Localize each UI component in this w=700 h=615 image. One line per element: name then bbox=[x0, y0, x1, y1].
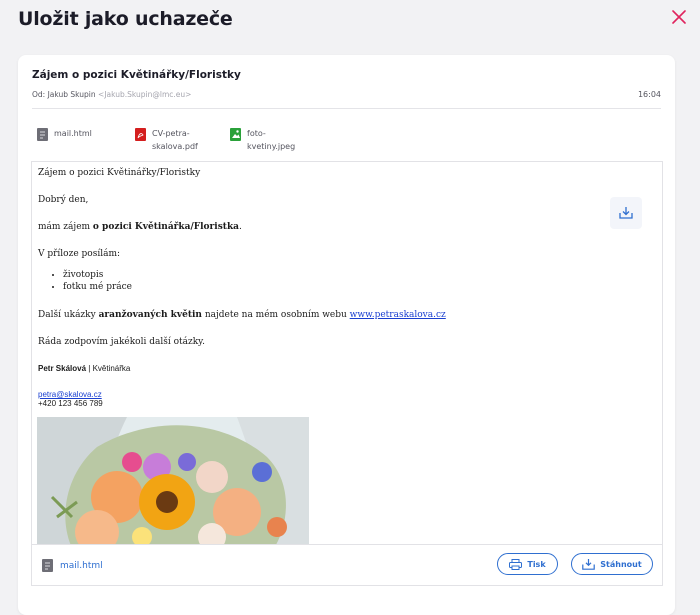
email-subject: Zájem o pozici Květinářky/Floristky bbox=[32, 69, 241, 81]
image-icon bbox=[230, 128, 241, 141]
attachment-name: CV-petra- bbox=[152, 129, 190, 138]
attachment-name-cont: skalova.pdf bbox=[152, 142, 198, 151]
body-attachments-intro: V příloze posílám: bbox=[38, 249, 121, 259]
attachment-name-cont: kvetiny.jpeg bbox=[247, 142, 296, 151]
signature-phone: +420 123 456 789 bbox=[38, 399, 103, 408]
printer-icon bbox=[509, 558, 523, 570]
download-icon bbox=[582, 558, 596, 570]
modal-title: Uložit jako uchazeče bbox=[18, 8, 233, 30]
print-label: Tisk bbox=[527, 559, 546, 569]
file-icon bbox=[42, 559, 53, 572]
interest-suffix: . bbox=[239, 222, 242, 232]
footer-file-link[interactable]: mail.html bbox=[42, 559, 103, 572]
portfolio-link[interactable]: www.petraskalova.cz bbox=[350, 310, 446, 320]
download-preview-button[interactable] bbox=[610, 197, 642, 229]
attachment-name: foto- bbox=[247, 129, 266, 138]
attachment-cv-pdf[interactable]: CV-petra- skalova.pdf bbox=[135, 127, 198, 153]
flower-bouquet-image bbox=[37, 417, 309, 545]
portfolio-prefix: Další ukázky bbox=[38, 310, 99, 320]
email-preview[interactable]: Zájem o pozici Květinářky/Floristky Dobr… bbox=[31, 161, 663, 545]
preview-footer: mail.html Tisk Stáhnout bbox=[31, 544, 663, 586]
signature-email[interactable]: petra@skalova.cz bbox=[38, 390, 102, 399]
print-button[interactable]: Tisk bbox=[497, 553, 558, 575]
email-body: Zájem o pozici Květinářky/Floristky Dobr… bbox=[32, 162, 662, 413]
body-portfolio: Další ukázky aranžovaných květin najdete… bbox=[38, 309, 656, 321]
file-icon bbox=[37, 128, 48, 141]
attachment-mail-html[interactable]: mail.html bbox=[37, 127, 92, 141]
from-email: <Jakub.Skupin@lmc.eu> bbox=[98, 90, 192, 99]
divider bbox=[32, 108, 661, 109]
list-item: fotku mé práce bbox=[63, 281, 656, 293]
attachment-photo-jpeg[interactable]: foto- kvetiny.jpeg bbox=[230, 127, 295, 153]
body-closing: Ráda zodpovím jakékoli další otázky. bbox=[38, 337, 205, 347]
footer-file-name: mail.html bbox=[60, 560, 103, 571]
close-icon[interactable] bbox=[672, 10, 686, 24]
email-time: 16:04 bbox=[637, 90, 661, 99]
email-from: Od: Jakub Skupin <Jakub.Skupin@lmc.eu> bbox=[32, 90, 191, 99]
interest-position: o pozici Květinářka/Floristka bbox=[92, 222, 240, 232]
signature-line: Petr Skálová | Květinářka bbox=[38, 363, 656, 375]
portfolio-bold: aranžovaných květin bbox=[98, 310, 202, 320]
download-icon bbox=[619, 207, 633, 219]
body-list: životopis fotku mé práce bbox=[38, 269, 656, 293]
attachment-name: mail.html bbox=[54, 129, 92, 138]
pdf-icon bbox=[135, 128, 146, 141]
from-name: Jakub Skupin bbox=[47, 90, 96, 99]
body-greeting: Dobrý den, bbox=[38, 195, 89, 205]
interest-prefix: mám zájem bbox=[38, 222, 93, 232]
signature: Petr Skálová | Květinářka petra@skalova.… bbox=[38, 363, 656, 408]
download-button[interactable]: Stáhnout bbox=[571, 553, 653, 575]
signature-name: Petr Skálová bbox=[38, 364, 87, 373]
email-card: Zájem o pozici Květinářky/Floristky Od: … bbox=[18, 55, 675, 615]
body-interest: mám zájem o pozici Květinářka/Floristka. bbox=[38, 221, 656, 233]
list-item: životopis bbox=[63, 269, 656, 281]
download-label: Stáhnout bbox=[600, 559, 642, 569]
body-heading: Zájem o pozici Květinářky/Floristky bbox=[38, 168, 201, 178]
portfolio-middle: najdete na mém osobním webu bbox=[201, 310, 350, 320]
from-label: Od: bbox=[32, 90, 46, 99]
signature-role: Květinářka bbox=[92, 364, 131, 373]
